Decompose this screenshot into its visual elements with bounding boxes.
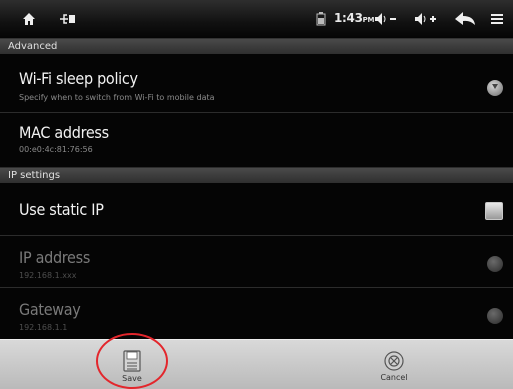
battery-icon <box>314 0 328 38</box>
wifi-sleep-policy-summary: Specify when to switch from Wi-Fi to mob… <box>19 93 215 102</box>
use-static-ip-title: Use static IP <box>19 200 104 219</box>
ip-address-dropdown-icon <box>487 256 503 272</box>
mac-address-title: MAC address <box>19 123 109 142</box>
ip-address-value: 192.168.1.xxx <box>19 271 77 280</box>
gateway-dropdown-icon <box>487 308 503 324</box>
gateway-item[interactable]: Gateway 192.168.1.1 <box>0 288 513 339</box>
volume-up-icon[interactable] <box>412 0 440 38</box>
gateway-title: Gateway <box>19 300 81 319</box>
use-static-ip-checkbox[interactable] <box>485 202 503 220</box>
section-header-ip-settings: IP settings <box>0 168 513 183</box>
mac-address-item: MAC address 00:e0:4c:81:76:56 <box>0 113 513 168</box>
gateway-value: 192.168.1.1 <box>19 323 68 332</box>
bottom-action-bar: Save Cancel <box>0 339 513 389</box>
status-bar: 1:43PM <box>0 0 513 39</box>
wifi-advanced-settings-screen: 1:43PM Advanced Wi-Fi sleep policy Speci… <box>0 0 513 389</box>
menu-icon[interactable] <box>488 0 506 38</box>
status-time: 1:43PM <box>334 11 375 25</box>
ip-address-title: IP address <box>19 248 91 267</box>
usb-icon <box>56 0 80 38</box>
back-icon[interactable] <box>453 0 477 38</box>
home-icon[interactable] <box>20 0 38 38</box>
mac-address-value: 00:e0:4c:81:76:56 <box>19 145 93 154</box>
dropdown-arrow-icon[interactable] <box>487 80 503 96</box>
use-static-ip-item[interactable]: Use static IP <box>0 184 513 236</box>
cancel-icon <box>384 351 404 371</box>
wifi-sleep-policy-item[interactable]: Wi-Fi sleep policy Specify when to switc… <box>0 55 513 113</box>
cancel-label: Cancel <box>380 373 408 382</box>
wifi-sleep-policy-title: Wi-Fi sleep policy <box>19 69 138 88</box>
section-header-advanced: Advanced <box>0 39 513 54</box>
volume-down-icon[interactable] <box>372 0 400 38</box>
cancel-button[interactable]: Cancel <box>334 340 454 389</box>
annotation-highlight-circle <box>96 333 168 389</box>
ip-address-item[interactable]: IP address 192.168.1.xxx <box>0 236 513 288</box>
